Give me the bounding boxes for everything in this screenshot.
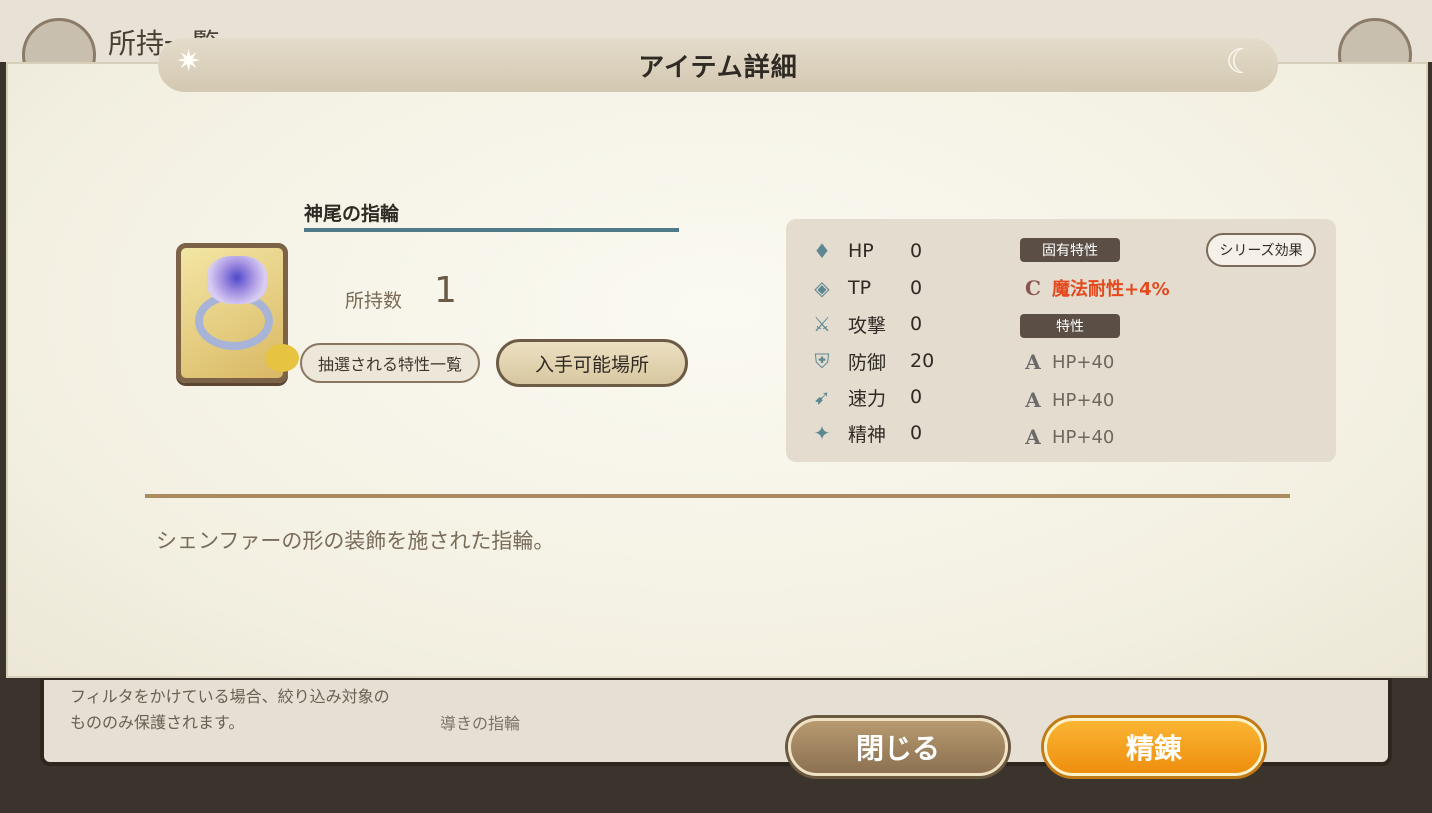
spirit-icon: ✦ xyxy=(813,421,831,445)
ring-gem-icon xyxy=(207,256,267,304)
stat-label: 速力 xyxy=(848,387,887,410)
item-description: シェンファーの形の装飾を施された指輪。 xyxy=(156,529,555,553)
defense-icon: ⛨ xyxy=(814,349,830,373)
owned-count-value: 1 xyxy=(434,270,457,311)
obtain-location-button[interactable]: 入手可能場所 xyxy=(496,339,688,387)
trait-text: HP+40 xyxy=(1052,351,1115,373)
item-name-underline xyxy=(304,228,679,232)
stat-row-speed: ➹ 速力 0 xyxy=(808,382,970,412)
stat-value: 0 xyxy=(910,422,923,444)
unique-trait-text: 魔法耐性+4% xyxy=(1052,279,1170,300)
stat-value: 0 xyxy=(910,240,923,262)
trait-row: A HP+40 xyxy=(1020,423,1114,451)
stat-value: 0 xyxy=(910,277,923,299)
stat-label: 防御 xyxy=(848,351,887,374)
attack-icon: ⚔ xyxy=(813,312,831,336)
tp-icon: ◈ xyxy=(814,276,830,300)
trait-text: HP+40 xyxy=(1052,389,1115,411)
sparkle-icon: ✷ xyxy=(176,44,202,79)
moon-icon: ☾ xyxy=(1225,42,1256,82)
dialog-title: アイテム詳細 xyxy=(638,52,798,83)
stat-row-spirit: ✦ 精神 0 xyxy=(808,418,970,448)
unique-trait-badge: 固有特性 xyxy=(1020,238,1120,262)
hp-icon: ♦ xyxy=(813,239,831,263)
stat-row-hp: ♦ HP 0 xyxy=(808,236,970,266)
trait-rank-a-icon: A xyxy=(1025,388,1041,412)
speed-icon: ➹ xyxy=(813,385,831,409)
trait-text: HP+40 xyxy=(1052,426,1115,448)
stat-label: 精神 xyxy=(848,423,887,446)
item-icon xyxy=(176,243,299,383)
trait-rank-a-icon: A xyxy=(1025,350,1041,374)
refine-button[interactable]: 精錬 xyxy=(1044,718,1264,776)
close-button[interactable]: 閉じる xyxy=(788,718,1008,776)
item-name: 神尾の指輪 xyxy=(304,203,400,225)
stat-label: TP xyxy=(848,277,872,299)
background-item-label: 導きの指輪 xyxy=(440,714,521,733)
stat-value: 0 xyxy=(910,313,923,335)
section-divider xyxy=(145,494,1290,498)
unique-trait-row: C 魔法耐性+4% xyxy=(1020,274,1170,302)
stat-label: 攻撃 xyxy=(848,314,887,337)
stats-panel: ♦ HP 0 ◈ TP 0 ⚔ 攻撃 0 ⛨ 防御 20 ➹ 速力 0 ✦ 精神… xyxy=(786,219,1336,462)
trait-row: A HP+40 xyxy=(1020,386,1114,414)
owned-count-label: 所持数 xyxy=(345,290,403,312)
stat-value: 0 xyxy=(910,386,923,408)
series-effect-button[interactable]: シリーズ効果 xyxy=(1206,233,1316,267)
dialog-header: ✷ アイテム詳細 ☾ xyxy=(158,38,1278,92)
stat-row-tp: ◈ TP 0 xyxy=(808,273,970,303)
trait-rank-a-icon: A xyxy=(1025,425,1041,449)
stat-label: HP xyxy=(848,240,874,262)
magic-resist-icon: C xyxy=(1025,276,1041,300)
trait-list-button[interactable]: 抽選される特性一覧 xyxy=(300,343,480,383)
stat-row-attack: ⚔ 攻撃 0 xyxy=(808,309,970,339)
stat-row-defense: ⛨ 防御 20 xyxy=(808,346,970,376)
stat-value: 20 xyxy=(910,350,935,372)
filter-note: フィルタをかけている場合、絞り込み対象のもののみ保護されます。 xyxy=(70,687,390,732)
trait-row: A HP+40 xyxy=(1020,348,1114,376)
item-tag-icon xyxy=(265,344,299,372)
trait-badge: 特性 xyxy=(1020,314,1120,338)
